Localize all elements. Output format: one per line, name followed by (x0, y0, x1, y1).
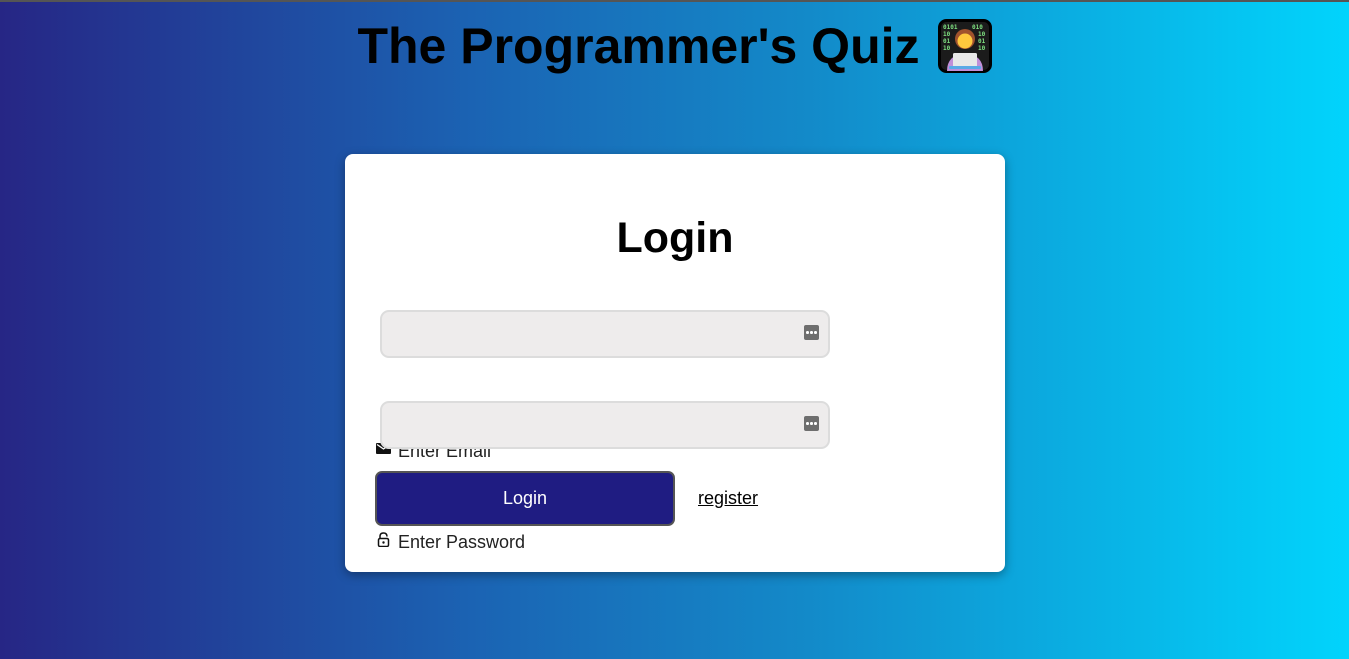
technologist-emoji-icon: 0101 010 10 10 01 01 10 10 (937, 19, 992, 73)
login-title: Login (616, 214, 734, 262)
password-manager-icon[interactable] (804, 416, 819, 431)
register-link[interactable]: register (698, 488, 758, 509)
svg-text:0101: 0101 (943, 24, 958, 31)
svg-text:10: 10 (978, 31, 986, 38)
password-label: Enter Password (376, 532, 525, 553)
email-field-wrapper (380, 310, 830, 358)
svg-text:10: 10 (943, 45, 951, 52)
svg-text:01: 01 (943, 38, 951, 45)
password-field[interactable] (382, 403, 828, 447)
login-button[interactable]: Login (375, 471, 675, 526)
page-title-text: The Programmer's Quiz (357, 18, 920, 74)
page-header: The Programmer's Quiz 0101 010 10 10 01 … (0, 17, 1349, 75)
password-label-text: Enter Password (398, 532, 526, 552)
email-field[interactable] (382, 312, 828, 356)
login-card: Login Enter Email Enter Password Login r… (345, 154, 1005, 572)
lock-icon (377, 532, 390, 547)
password-manager-icon[interactable] (804, 325, 819, 340)
svg-text:10: 10 (943, 31, 951, 38)
page-title: The Programmer's Quiz 0101 010 10 10 01 … (357, 17, 992, 75)
svg-text:01: 01 (978, 38, 986, 45)
password-field-wrapper (380, 401, 830, 449)
svg-text:010: 010 (972, 24, 983, 31)
svg-text:10: 10 (978, 45, 986, 52)
